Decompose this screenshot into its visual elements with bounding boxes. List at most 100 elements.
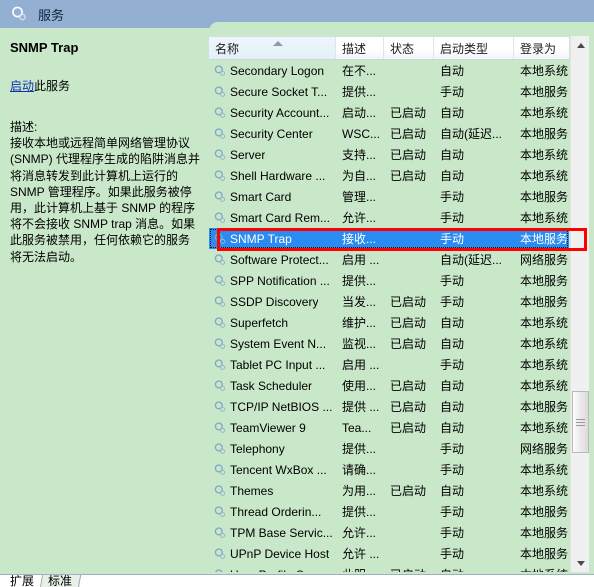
service-gear-icon <box>214 442 226 454</box>
scroll-up-button[interactable] <box>571 36 590 54</box>
column-header-name[interactable]: 名称 <box>209 37 336 59</box>
cell-status: 已启动 <box>390 106 427 120</box>
view-tab[interactable]: 标准 <box>40 575 82 587</box>
table-row[interactable]: Software Protect... 启用 ... 自动(延迟... 网络服务 <box>209 249 569 270</box>
cell-description: 当发... <box>342 295 377 309</box>
cell-startup-type: 手动 <box>440 232 465 246</box>
cell-name: Themes <box>209 484 336 498</box>
view-tab[interactable]: 扩展 <box>2 575 44 587</box>
cell-logon-as: 本地服务 <box>520 190 569 204</box>
service-gear-icon <box>214 463 226 475</box>
column-header-status-label: 状态 <box>390 41 415 56</box>
services-list-header: 名称 描述 状态 启动类型 登录为 <box>209 36 569 60</box>
cell-name: Security Center <box>209 127 336 141</box>
cell-description: 允许 ... <box>342 547 380 561</box>
table-row[interactable]: TPM Base Servic... 允许... 手动 本地服务 <box>209 522 569 543</box>
table-row[interactable]: SPP Notification ... 提供... 手动 本地服务 <box>209 270 569 291</box>
table-row[interactable]: TCP/IP NetBIOS ... 提供 ... 已启动 自动 本地服务 <box>209 396 569 417</box>
start-service-link[interactable]: 启动 <box>10 79 34 93</box>
service-gear-icon <box>214 85 226 97</box>
cell-startup-type: 自动 <box>440 400 465 414</box>
cell-logon-as: 本地系统 <box>514 566 569 572</box>
cell-description: 启动... <box>342 106 377 120</box>
service-name-label: Tencent WxBox ... <box>230 462 327 477</box>
table-row[interactable]: Tencent WxBox ... 请确... 手动 本地系统 <box>209 459 569 480</box>
service-name-label: TeamViewer 9 <box>230 420 306 435</box>
service-gear-icon <box>214 421 226 433</box>
table-row[interactable]: Superfetch 维护... 已启动 自动 本地系统 <box>209 312 569 333</box>
column-header-logon-as[interactable]: 登录为 <box>514 37 569 59</box>
table-row[interactable]: Security Center WSC... 已启动 自动(延迟... 本地服务 <box>209 123 569 144</box>
cell-logon-as: 本地服务 <box>520 295 569 309</box>
table-row[interactable]: Secondary Logon 在不... 自动 本地系统 <box>209 60 569 81</box>
service-gear-icon <box>214 148 226 160</box>
table-row[interactable]: Thread Orderin... 提供... 手动 本地服务 <box>209 501 569 522</box>
column-header-status[interactable]: 状态 <box>384 37 434 59</box>
service-name-label: Secure Socket T... <box>230 84 328 99</box>
cell-status: 已启动 <box>390 400 427 414</box>
cell-description: 管理... <box>342 190 377 204</box>
table-row[interactable]: UPnP Device Host 允许 ... 手动 本地服务 <box>209 543 569 564</box>
cell-status: 已启动 <box>390 127 427 141</box>
scrollbar-thumb[interactable] <box>572 391 589 453</box>
service-gear-icon <box>214 253 226 265</box>
table-row[interactable]: System Event N... 监视... 已启动 自动 本地系统 <box>209 333 569 354</box>
table-row[interactable]: User Profile Serv... 此服...已启动自动本地系统 <box>209 564 569 572</box>
service-gear-icon <box>214 169 226 181</box>
cell-startup-type: 自动 <box>440 379 465 393</box>
service-name-label: Telephony <box>230 441 285 456</box>
cell-logon-as: 本地服务 <box>520 547 569 561</box>
table-row[interactable]: SNMP Trap 接收... 手动 本地服务 <box>209 228 569 249</box>
cell-startup-type: 自动 <box>440 484 465 498</box>
cell-status: 已启动 <box>390 316 427 330</box>
cell-logon-as: 本地系统 <box>520 463 569 477</box>
service-name-label: Server <box>230 147 266 162</box>
cell-name: Shell Hardware ... <box>209 169 336 183</box>
cell-name: Secure Socket T... <box>209 85 336 99</box>
table-row[interactable]: Security Account... 启动... 已启动 自动 本地系统 <box>209 102 569 123</box>
service-gear-icon <box>214 484 226 496</box>
sort-ascending-icon <box>273 41 283 46</box>
cell-status: 已启动 <box>390 421 427 435</box>
cell-name: SNMP Trap <box>209 232 336 246</box>
service-name-label: Software Protect... <box>230 252 329 267</box>
column-header-startup-type[interactable]: 启动类型 <box>434 37 514 59</box>
table-row[interactable]: Telephony 提供... 手动 网络服务 <box>209 438 569 459</box>
cell-status: 已启动 <box>390 169 427 183</box>
vertical-scrollbar[interactable] <box>570 36 589 572</box>
cell-logon-as: 本地系统 <box>520 316 569 330</box>
table-row[interactable]: Secure Socket T... 提供... 手动 本地服务 <box>209 81 569 102</box>
service-name-label: Secondary Logon <box>230 63 325 78</box>
table-row[interactable]: Shell Hardware ... 为自... 已启动 自动 本地系统 <box>209 165 569 186</box>
service-name-label: Shell Hardware ... <box>230 168 326 183</box>
cell-description: 为用... <box>342 484 377 498</box>
cell-status: 已启动 <box>390 295 427 309</box>
table-row[interactable]: Smart Card Rem... 允许... 手动 本地系统 <box>209 207 569 228</box>
cell-startup-type: 手动 <box>440 211 465 225</box>
view-tab-bar[interactable]: 扩展 标准 <box>0 574 594 587</box>
cell-name: Tencent WxBox ... <box>209 463 336 477</box>
service-gear-icon <box>214 568 223 572</box>
service-name-label: UPnP Device Host <box>230 546 330 561</box>
column-header-description-label: 描述 <box>342 41 367 56</box>
table-row[interactable]: Server 支持... 已启动 自动 本地系统 <box>209 144 569 165</box>
cell-logon-as: 本地服务 <box>520 274 569 288</box>
cell-name: TPM Base Servic... <box>209 526 336 540</box>
service-name-label: Smart Card Rem... <box>230 210 331 225</box>
services-list-rows[interactable]: Secondary Logon 在不... 自动 本地系统 Secure Socket … <box>209 60 569 572</box>
scroll-down-button[interactable] <box>571 554 590 572</box>
cell-name: Secondary Logon <box>209 64 336 78</box>
cell-description: 支持... <box>342 148 377 162</box>
table-row[interactable]: TeamViewer 9 Tea... 已启动 自动 本地系统 <box>209 417 569 438</box>
table-row[interactable]: SSDP Discovery 当发... 已启动 手动 本地服务 <box>209 291 569 312</box>
table-row[interactable]: Tablet PC Input ... 启用 ... 手动 本地系统 <box>209 354 569 375</box>
table-row[interactable]: Smart Card 管理... 手动 本地服务 <box>209 186 569 207</box>
table-row[interactable]: Task Scheduler 使用... 已启动 自动 本地系统 <box>209 375 569 396</box>
cell-startup-type: 自动 <box>440 106 465 120</box>
service-action-text: 启动此服务 <box>10 77 201 94</box>
table-row[interactable]: Themes 为用... 已启动 自动 本地系统 <box>209 480 569 501</box>
service-name-label: SSDP Discovery <box>230 294 319 309</box>
column-header-description[interactable]: 描述 <box>336 37 384 59</box>
cell-logon-as: 网络服务 <box>520 253 569 267</box>
cell-description: 启用 ... <box>342 253 380 267</box>
